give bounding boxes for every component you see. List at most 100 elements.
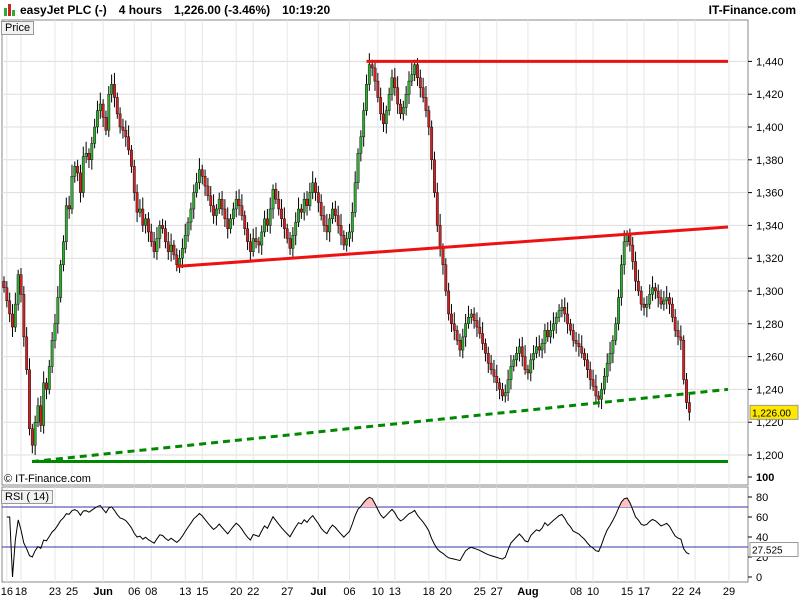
candle [42, 382, 46, 426]
time-axis-label: 22 [247, 586, 259, 598]
candle [350, 212, 354, 233]
candle [336, 215, 340, 226]
candle [634, 261, 637, 282]
candle [28, 369, 31, 429]
candle [481, 333, 485, 344]
candle [447, 290, 451, 315]
candle [464, 323, 468, 338]
candle [452, 323, 456, 331]
price-chart: 1,2001,2201,2401,2601,2801,3001,3201,340… [1, 19, 799, 598]
candle [339, 225, 343, 236]
candle [257, 241, 261, 246]
candle [535, 346, 538, 354]
candle [39, 405, 43, 426]
candle [8, 300, 12, 315]
candle [401, 107, 405, 115]
candle [107, 93, 111, 131]
candle [438, 225, 442, 249]
price-panel-label: Price [1, 21, 35, 35]
candle [450, 313, 453, 324]
candle [325, 225, 329, 233]
candle [563, 307, 567, 315]
candle [486, 353, 490, 364]
rsi-panel-label: RSI ( 14) [1, 490, 54, 504]
time-axis-label: 25 [474, 586, 486, 598]
candle [390, 77, 394, 95]
time-axis-label: 08 [145, 586, 157, 598]
candle [687, 402, 691, 413]
price-axis-label: 1,320 [756, 253, 784, 265]
candle [605, 362, 609, 377]
candle [5, 287, 9, 302]
candle [651, 287, 654, 295]
candle [172, 244, 176, 256]
candle [198, 169, 201, 183]
candle [648, 294, 652, 305]
time-axis-label: 13 [389, 586, 401, 598]
candle [495, 376, 499, 384]
candle [206, 185, 210, 197]
candle [416, 64, 419, 79]
candle [260, 231, 264, 246]
time-axis-label: 15 [196, 586, 208, 598]
rsi-axis-label: 0 [756, 572, 762, 584]
candle [475, 320, 479, 328]
candle [642, 303, 646, 308]
candle [149, 231, 153, 243]
candle [376, 80, 380, 98]
rsi-axis-label: 80 [756, 492, 768, 504]
price-axis-label: 1,300 [756, 286, 784, 298]
candle [220, 198, 224, 210]
candle [203, 175, 207, 187]
candle [404, 93, 408, 108]
candle [297, 208, 300, 223]
candle [492, 369, 496, 377]
candle [540, 343, 544, 351]
candle [543, 330, 547, 344]
candle [619, 264, 623, 298]
candle [407, 80, 411, 95]
time-axis-label: 27 [281, 586, 293, 598]
candle [656, 290, 660, 298]
candle [430, 126, 434, 160]
candle [421, 87, 425, 98]
candle [433, 159, 436, 193]
candle [424, 97, 428, 111]
candle [512, 359, 516, 367]
candle [319, 202, 323, 216]
candle [314, 182, 317, 193]
candle [254, 238, 258, 243]
candle [668, 297, 671, 305]
candle [113, 84, 116, 98]
candle [118, 113, 122, 128]
candle [200, 169, 204, 177]
candle [597, 395, 601, 400]
candle [217, 198, 221, 210]
candle [234, 198, 238, 210]
candle [586, 359, 589, 370]
candle [96, 110, 99, 128]
candle [441, 248, 445, 265]
rsi-axis-label: 100 [756, 472, 774, 484]
candle [64, 205, 68, 242]
candle [47, 366, 51, 390]
candle [189, 208, 193, 223]
candle [243, 215, 247, 229]
candle [577, 343, 581, 347]
candle [11, 313, 14, 328]
candle [379, 97, 383, 115]
candle [532, 353, 535, 361]
candle [515, 353, 519, 361]
candle [665, 297, 669, 302]
candle [520, 346, 524, 357]
candle [636, 280, 640, 292]
candle [617, 297, 620, 324]
candle [93, 126, 97, 144]
candle [115, 97, 119, 115]
candle [345, 238, 349, 246]
candle [282, 218, 286, 229]
candle [50, 340, 54, 367]
candle [308, 192, 312, 206]
candle [311, 182, 315, 193]
candle [685, 379, 688, 403]
